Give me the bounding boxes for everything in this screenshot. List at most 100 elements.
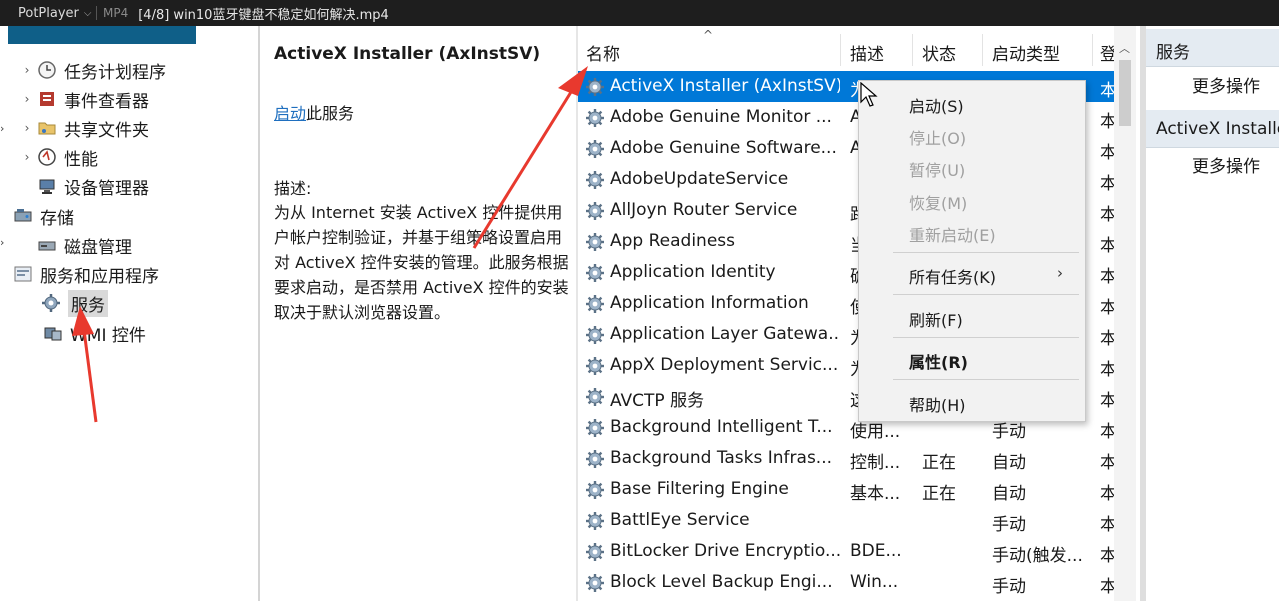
expand-arrow-icon[interactable]: › bbox=[18, 121, 36, 135]
menu-item-properties[interactable]: 属性(R) bbox=[909, 349, 968, 373]
service-logon: 本 bbox=[1100, 236, 1114, 256]
service-row[interactable]: BitLocker Drive Encryptio... BDE... 手动(触发.… bbox=[578, 536, 1114, 567]
player-title-bar: PotPlayer ⌵ MP4 [4/8] win10蓝牙键盘不稳定如何解决.m… bbox=[0, 0, 1279, 26]
service-logon: 本 bbox=[1100, 453, 1114, 473]
vertical-scrollbar[interactable]: ︿ bbox=[1114, 26, 1136, 601]
expand-arrow-icon[interactable]: › bbox=[18, 63, 36, 77]
service-gear-icon bbox=[586, 481, 604, 499]
menu-item-stop[interactable]: 停止(O) bbox=[909, 125, 966, 149]
more-actions-link[interactable]: 更多操作 bbox=[1192, 152, 1260, 177]
tree-item-device-manager[interactable]: 设备管理器 bbox=[36, 172, 149, 200]
service-name: Adobe Genuine Monitor ... bbox=[610, 107, 832, 127]
expand-arrow-icon[interactable]: › bbox=[18, 150, 36, 164]
service-startup-type: 自动 bbox=[992, 484, 1026, 504]
service-gear-icon bbox=[586, 357, 604, 375]
service-gear-icon bbox=[586, 171, 604, 189]
menu-item-help[interactable]: 帮助(H) bbox=[909, 392, 966, 416]
service-name: BitLocker Drive Encryptio... bbox=[610, 541, 840, 561]
media-format: MP4 bbox=[103, 6, 129, 20]
services-gear-icon bbox=[40, 293, 62, 313]
service-gear-icon bbox=[586, 574, 604, 592]
list-header: ^ 名称 描述 状态 启动类型 登 bbox=[578, 26, 1136, 74]
event-viewer-icon bbox=[36, 89, 58, 109]
service-row[interactable]: Base Filtering Engine 基本... 正在 自动 本 bbox=[578, 474, 1114, 505]
service-gear-icon bbox=[586, 326, 604, 344]
start-service-link[interactable]: 启动 bbox=[274, 104, 306, 123]
menu-item-refresh[interactable]: 刷新(F) bbox=[909, 307, 963, 331]
service-logon: 本 bbox=[1100, 329, 1114, 349]
tree-item-services[interactable]: 服务 bbox=[40, 289, 108, 317]
tree-item-label: 磁盘管理 bbox=[64, 237, 132, 258]
tree-item-label: 共享文件夹 bbox=[64, 120, 149, 141]
description-label: 描述: bbox=[274, 179, 312, 198]
tree-item-services-apps[interactable]: 服务和应用程序 bbox=[12, 260, 159, 288]
column-separator[interactable] bbox=[982, 34, 983, 66]
shared-folder-icon bbox=[36, 118, 58, 138]
service-description-pane: ActiveX Installer (AxInstSV) 启动此服务 描述: 为… bbox=[262, 26, 578, 601]
actions-header-services[interactable]: 服务 bbox=[1146, 29, 1279, 67]
column-header-status[interactable]: 状态 bbox=[922, 40, 956, 65]
scroll-thumb[interactable] bbox=[1119, 60, 1131, 126]
menu-item-all-tasks[interactable]: 所有任务(K) bbox=[909, 264, 996, 288]
column-header-logon[interactable]: 登 bbox=[1100, 40, 1114, 65]
device-manager-icon bbox=[36, 176, 58, 196]
tree-item-disk-management[interactable]: 磁盘管理 bbox=[36, 231, 132, 259]
chevron-down-icon: ⌵ bbox=[83, 7, 92, 19]
column-header-name[interactable]: 名称 bbox=[586, 40, 620, 65]
service-description: Win... bbox=[850, 572, 899, 592]
tree-item-label: 性能 bbox=[64, 149, 98, 170]
service-logon: 本 bbox=[1100, 391, 1114, 411]
service-startup-type: 自动 bbox=[992, 453, 1026, 473]
service-logon: 本 bbox=[1100, 81, 1114, 101]
service-description: 控制... bbox=[850, 453, 901, 473]
player-app-menu[interactable]: PotPlayer ⌵ bbox=[0, 6, 96, 21]
task-scheduler-icon bbox=[36, 60, 58, 80]
service-gear-icon bbox=[586, 419, 604, 437]
description-body: 为从 Internet 安装 ActiveX 控件提供用户帐户控制验证，并基于组… bbox=[274, 203, 569, 322]
service-name: Block Level Backup Engi... bbox=[610, 572, 833, 592]
mouse-cursor-icon bbox=[860, 82, 878, 107]
service-row[interactable]: BattlEye Service 手动 本 bbox=[578, 505, 1114, 536]
tree-item-shared-folders[interactable]: › 共享文件夹 bbox=[18, 114, 149, 142]
service-gear-icon bbox=[586, 450, 604, 468]
disk-management-icon bbox=[36, 235, 58, 255]
column-header-description[interactable]: 描述 bbox=[850, 40, 884, 65]
service-row[interactable]: Block Level Backup Engi... Win... 手动 本 bbox=[578, 567, 1114, 598]
service-description: 基本... bbox=[850, 484, 901, 504]
tree-item-storage[interactable]: 存储 bbox=[12, 202, 74, 230]
service-name: App Readiness bbox=[610, 231, 736, 251]
menu-item-start[interactable]: 启动(S) bbox=[909, 93, 964, 117]
column-separator[interactable] bbox=[1092, 34, 1093, 66]
tree-item-wmi-control[interactable]: WMI 控件 bbox=[42, 319, 146, 347]
service-row[interactable]: Background Tasks Infras... 控制... 正在 自动 本 bbox=[578, 443, 1114, 474]
more-actions-link[interactable]: 更多操作 bbox=[1192, 72, 1260, 97]
service-gear-icon bbox=[586, 543, 604, 561]
storage-icon bbox=[12, 206, 34, 226]
service-logon: 本 bbox=[1100, 267, 1114, 287]
tree-item-event-viewer[interactable]: › 事件查看器 bbox=[18, 85, 149, 113]
tree-item-task-scheduler[interactable]: › 任务计划程序 bbox=[18, 56, 166, 84]
tree-item-performance[interactable]: › 性能 bbox=[18, 143, 98, 171]
service-startup-type: 手动 bbox=[992, 577, 1026, 597]
actions-pane: 服务 更多操作 ActiveX Installer (AxInstSV) 更多操… bbox=[1146, 26, 1279, 601]
start-service-line: 启动此服务 bbox=[274, 100, 354, 124]
column-separator[interactable] bbox=[840, 34, 841, 66]
service-startup-type: 手动 bbox=[992, 515, 1026, 535]
sort-ascending-icon: ^ bbox=[703, 28, 714, 42]
service-gear-icon bbox=[586, 264, 604, 282]
menu-item-restart[interactable]: 重新启动(E) bbox=[909, 222, 996, 246]
column-separator[interactable] bbox=[912, 34, 913, 66]
service-logon: 本 bbox=[1100, 174, 1114, 194]
service-gear-icon bbox=[586, 233, 604, 251]
service-name: Background Intelligent T... bbox=[610, 417, 833, 437]
scroll-up-icon[interactable]: ︿ bbox=[1119, 40, 1130, 56]
tree-item-label: 服务和应用程序 bbox=[40, 266, 159, 287]
services-apps-icon bbox=[12, 264, 34, 284]
menu-item-pause[interactable]: 暂停(U) bbox=[909, 157, 965, 181]
menu-item-resume[interactable]: 恢复(M) bbox=[909, 190, 967, 214]
column-header-startup-type[interactable]: 启动类型 bbox=[992, 40, 1060, 65]
actions-header-selected-service[interactable]: ActiveX Installer (AxInstSV) bbox=[1146, 110, 1279, 148]
service-name: AdobeUpdateService bbox=[610, 169, 789, 189]
pane-divider[interactable] bbox=[258, 26, 260, 601]
expand-arrow-icon[interactable]: › bbox=[18, 92, 36, 106]
